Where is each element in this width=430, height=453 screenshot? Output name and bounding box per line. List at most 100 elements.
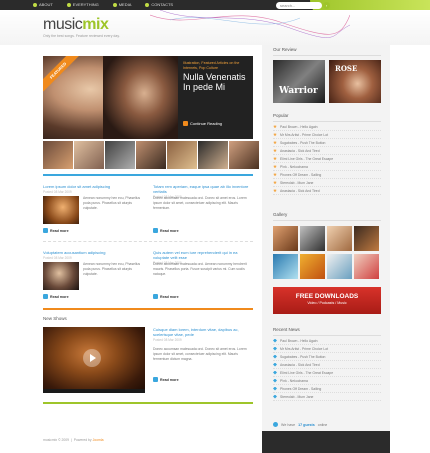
show-article: Cuisque diam lorem, interdum vitae, dapi… (153, 327, 253, 382)
play-icon[interactable] (83, 349, 101, 367)
article-headline[interactable]: Totam rem aperiam, eaque ipsa quae ab il… (153, 184, 253, 194)
section-divider (43, 308, 253, 310)
heading-rule (273, 335, 381, 336)
video-controls[interactable] (43, 389, 145, 393)
thumbnail[interactable] (167, 141, 197, 169)
popular-item[interactable]: Paul Brown - Hello Again (273, 123, 381, 131)
review-cover[interactable]: Warrior (273, 60, 325, 103)
read-more-link[interactable]: Read more (153, 294, 179, 299)
article-image[interactable] (43, 262, 79, 290)
article-headline[interactable]: Voluptatem accusantium adipiscing (43, 250, 143, 255)
search-button[interactable]: › (323, 2, 330, 9)
gallery-thumbnail[interactable] (327, 226, 352, 251)
gallery-thumbnail[interactable] (354, 226, 379, 251)
nav-item-contacts[interactable]: Contacts (145, 2, 173, 7)
recent-news-item[interactable]: Paul Brown - Hello Again (273, 337, 381, 345)
star-icon (273, 148, 277, 153)
recent-news-item[interactable]: Phones Off Dream - Sailing (273, 385, 381, 393)
popular-item[interactable]: Anastacia - Sick And Tired (273, 187, 381, 195)
arrow-icon (43, 228, 48, 233)
arrow-icon (153, 294, 158, 299)
star-icon (273, 164, 277, 169)
thumbnail[interactable] (43, 141, 73, 169)
hero-thumbnails (43, 141, 259, 169)
thumbnail[interactable] (105, 141, 135, 169)
arrow-icon (153, 377, 158, 382)
diamond-icon (273, 370, 277, 375)
free-downloads-banner[interactable]: FREE DOWNLOADS Video / Podcasts / Music (273, 287, 381, 314)
recent-news-item[interactable]: Stereolab - Mum Jane (273, 393, 381, 401)
gallery-thumbnail[interactable] (300, 254, 325, 279)
nav-item-everything[interactable]: Everything (66, 2, 99, 7)
popular-item[interactable]: Elimi Line Girls - The Great Escape (273, 155, 381, 163)
article-date: Posted 08 Mar 2009 (43, 256, 72, 260)
video-player[interactable] (43, 327, 145, 393)
sidebar-heading: Popular (273, 113, 289, 118)
article: Quis autem vel eum iure reprehenderit qu… (153, 250, 253, 299)
gallery-grid (273, 226, 379, 279)
recent-news-item[interactable]: Elimi Line Girls - The Great Escape (273, 369, 381, 377)
heading-rule (273, 121, 381, 122)
popular-item[interactable]: Mr Mrs Artist - Prime Choice Lot (273, 131, 381, 139)
gallery-thumbnail[interactable] (273, 254, 298, 279)
article: Totam rem aperiam, eaque ipsa quae ab il… (153, 184, 253, 233)
search-input[interactable]: search... (276, 2, 322, 9)
recent-news-item[interactable]: Anastacia - Sick And Tired (273, 361, 381, 369)
gallery-thumbnail[interactable] (354, 254, 379, 279)
section-title: New Shows (43, 316, 67, 321)
thumbnail[interactable] (229, 141, 259, 169)
popular-item[interactable]: P!nk - Nekochama (273, 163, 381, 171)
bullet-icon (145, 2, 150, 7)
recent-news-item[interactable]: Sugababes - Push The Button (273, 353, 381, 361)
popular-item[interactable]: Sugababes - Push The Button (273, 139, 381, 147)
popular-item[interactable]: Stereolab - Mum Jane (273, 179, 381, 187)
featured-hero[interactable]: FEATURED Illustration, Featured Articles… (43, 56, 253, 139)
article-image[interactable] (43, 196, 79, 224)
nav-item-media[interactable]: Media (112, 2, 131, 7)
article-headline[interactable]: Lorem ipsum dolor sit amet adipiscing (43, 184, 143, 189)
thumbnail[interactable] (198, 141, 228, 169)
continue-reading-link[interactable]: Continue Reading (183, 121, 222, 126)
gallery-thumbnail[interactable] (300, 226, 325, 251)
nav-item-about[interactable]: About (33, 2, 53, 7)
heading-rule (273, 55, 381, 56)
diamond-icon (273, 338, 277, 343)
sidebar-footer (262, 431, 390, 453)
gallery-thumbnail[interactable] (273, 226, 298, 251)
star-icon (273, 140, 277, 145)
thumbnail[interactable] (74, 141, 104, 169)
article-headline[interactable]: Cuisque diam lorem, interdum vitae, dapi… (153, 327, 253, 337)
star-icon (273, 132, 277, 137)
arrow-icon (153, 228, 158, 233)
footer-link[interactable]: Joomla (93, 438, 104, 442)
read-more-link[interactable]: Read more (153, 228, 179, 233)
recent-news-item[interactable]: Mr Mrs Artist - Prime Choice Lot (273, 345, 381, 353)
popular-list: Paul Brown - Hello Again Mr Mrs Artist -… (273, 123, 381, 195)
read-more-link[interactable]: Read more (43, 294, 69, 299)
article-body: Aenean nonummy hen ecu, Phasellus poda p… (83, 262, 141, 276)
star-icon (273, 124, 277, 129)
bullet-icon (112, 2, 117, 7)
read-more-link[interactable]: Read more (43, 228, 69, 233)
diamond-icon (273, 346, 277, 351)
read-more-link[interactable]: Read more (153, 377, 179, 382)
footer: musicmix © 2009 | Powered by Joomla (43, 438, 104, 442)
article-body: Aenean nonummy hen ecu, Phasellus poda p… (83, 196, 141, 210)
user-icon (273, 422, 278, 427)
review-cover[interactable]: ROSE (329, 60, 381, 103)
article-body: Donec accumsan malesuada orci. Aenean no… (153, 262, 247, 276)
article-body: Donec accumsan malesuada orci. Donec sit… (153, 196, 247, 210)
bullet-icon (66, 2, 71, 7)
star-icon (273, 156, 277, 161)
thumbnail[interactable] (136, 141, 166, 169)
hero-text: Illustration, Featured Articles on the I… (183, 61, 251, 126)
article-separator (43, 241, 253, 242)
recent-news-item[interactable]: P!nk - Nekochama (273, 377, 381, 385)
site-logo[interactable]: musicmix (43, 17, 109, 33)
diamond-icon (273, 386, 277, 391)
popular-item[interactable]: Phones Off Dream - Sailing (273, 171, 381, 179)
popular-item[interactable]: Anastacia - Sick And Tired (273, 147, 381, 155)
gallery-thumbnail[interactable] (327, 254, 352, 279)
sidebar-heading: Our Review (273, 47, 297, 52)
article-headline[interactable]: Quis autem vel eum iure reprehenderit qu… (153, 250, 253, 260)
